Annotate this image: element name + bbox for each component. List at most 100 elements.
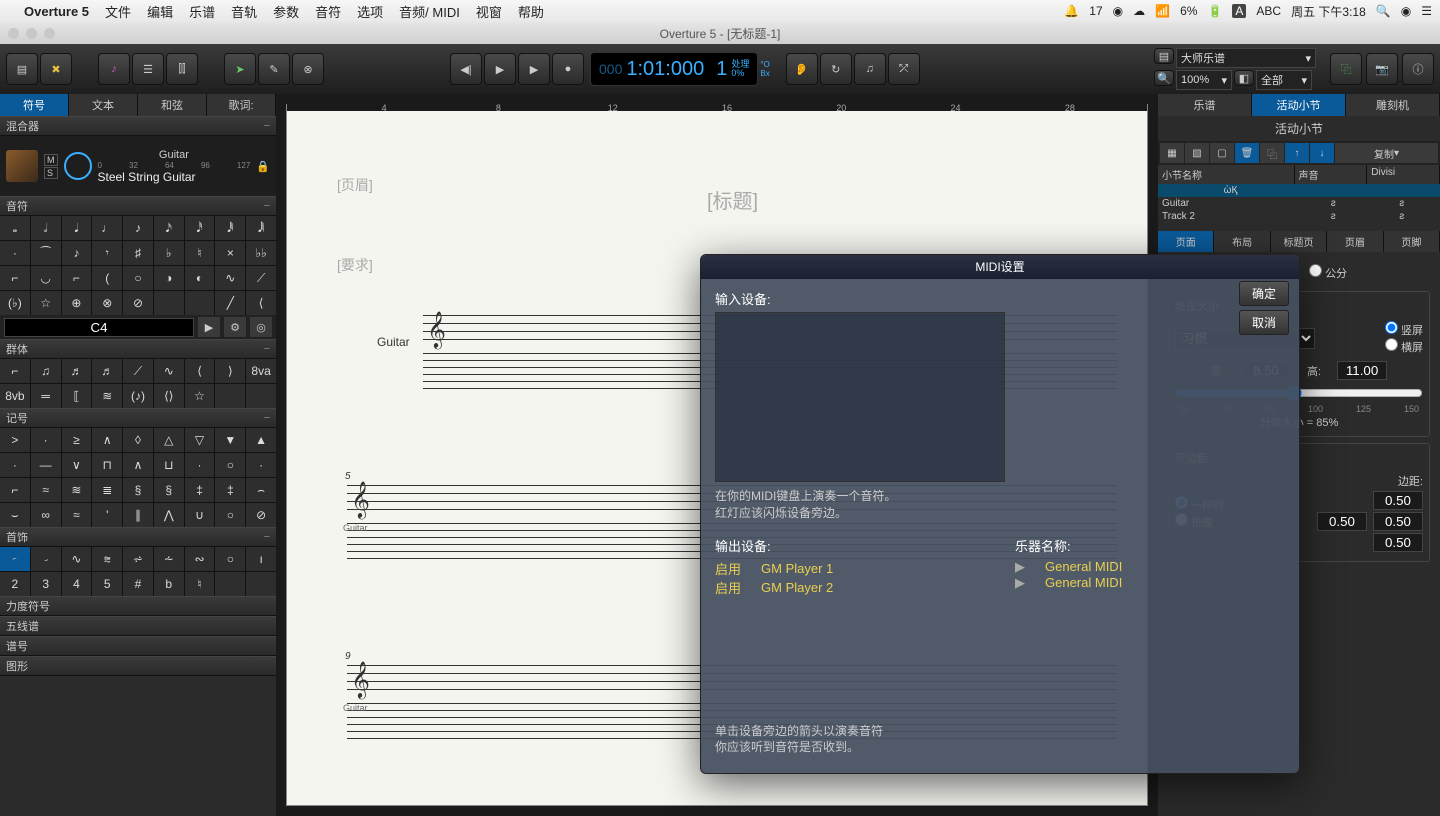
- solo-button[interactable]: S: [44, 167, 58, 179]
- zoom-icon[interactable]: 🔍: [1154, 70, 1174, 86]
- subtab-header[interactable]: 页眉: [1327, 231, 1383, 252]
- subtab-page[interactable]: 页面: [1158, 231, 1214, 252]
- score-req[interactable]: [要求]: [337, 255, 373, 275]
- all-icon[interactable]: ◧: [1234, 70, 1254, 86]
- right-tab-active-bar[interactable]: 活动小节: [1252, 94, 1346, 116]
- table-row[interactable]: Track 2ƨƨ: [1158, 210, 1440, 223]
- status-icon-2[interactable]: ☁: [1133, 4, 1145, 18]
- menu-params[interactable]: 参数: [273, 2, 299, 21]
- mixer-lock-icon[interactable]: 🔒: [256, 160, 270, 173]
- status-icon-1[interactable]: ◉: [1113, 4, 1123, 18]
- trill-cell[interactable]: 𝆣: [0, 547, 30, 571]
- copy-button[interactable]: 复制 ▾: [1335, 143, 1438, 163]
- left-tab-text[interactable]: 文本: [69, 94, 138, 116]
- clef-header[interactable]: 谱号: [0, 636, 276, 656]
- camera-button[interactable]: 📷: [1366, 53, 1398, 85]
- wifi-icon[interactable]: 📶: [1155, 4, 1170, 18]
- shapes-header[interactable]: 图形: [0, 656, 276, 676]
- rewind-button[interactable]: ◀|: [450, 53, 482, 85]
- record-button[interactable]: ●: [552, 53, 584, 85]
- table-row[interactable]: Guitarƨƨ: [1158, 197, 1440, 210]
- ornaments-header[interactable]: 首饰−: [0, 527, 276, 547]
- battery-icon[interactable]: 🔋: [1207, 4, 1222, 18]
- left-tab-chords[interactable]: 和弦: [138, 94, 207, 116]
- subtab-layout[interactable]: 布局: [1214, 231, 1270, 252]
- score-header[interactable]: [页眉]: [337, 175, 373, 195]
- rbtn-1[interactable]: ▦: [1160, 143, 1184, 163]
- menu-options[interactable]: 选项: [357, 2, 383, 21]
- rbtn-2[interactable]: ▧: [1185, 143, 1209, 163]
- subtab-titlepage[interactable]: 标题页: [1271, 231, 1327, 252]
- instrument-row[interactable]: ▶General MIDI: [1015, 575, 1285, 591]
- tool-x-button[interactable]: ✖: [40, 53, 72, 85]
- list-button[interactable]: ☰: [132, 53, 164, 85]
- rbtn-delete[interactable]: 🗑: [1235, 143, 1259, 163]
- table-row-selected[interactable]: ὼҚ: [1158, 184, 1440, 197]
- siri-icon[interactable]: ◉: [1401, 4, 1411, 18]
- play-icon[interactable]: ▶: [1015, 575, 1025, 591]
- mixer-header[interactable]: 混合器−: [0, 116, 276, 136]
- traffic-lights[interactable]: [8, 28, 55, 39]
- clock[interactable]: 周五 下午3:18: [1291, 3, 1366, 20]
- bell-icon[interactable]: 🔔: [1064, 4, 1079, 18]
- cancel-button[interactable]: 取消: [1239, 310, 1289, 335]
- left-tab-lyrics[interactable]: 歌词:: [207, 94, 276, 116]
- margin-right-input[interactable]: [1373, 512, 1423, 531]
- input-device-list[interactable]: [715, 312, 1005, 482]
- ime-icon[interactable]: A: [1232, 4, 1246, 18]
- output-device-row[interactable]: 启用GM Player 1: [715, 559, 985, 578]
- pointer-tool-button[interactable]: ➤: [224, 53, 256, 85]
- radio-landscape[interactable]: 横屏: [1385, 338, 1423, 355]
- radio-cm[interactable]: 公分: [1309, 264, 1347, 281]
- menu-notes[interactable]: 音符: [315, 2, 341, 21]
- score-canvas[interactable]: 481216202428 [页眉] [标题] [要求] Guitar 𝄞 5 𝄞…: [276, 94, 1158, 816]
- mute-button[interactable]: M: [44, 154, 58, 166]
- menu-help[interactable]: 帮助: [518, 2, 544, 21]
- staff-header[interactable]: 五线谱: [0, 616, 276, 636]
- note-button[interactable]: ♪: [98, 53, 130, 85]
- all-select[interactable]: 全部▾: [1256, 70, 1312, 90]
- output-device-row[interactable]: 启用GM Player 2: [715, 578, 985, 597]
- instrument-row[interactable]: ▶General MIDI: [1015, 559, 1285, 575]
- pencil-tool-button[interactable]: ✎: [258, 53, 290, 85]
- subtab-footer[interactable]: 页脚: [1384, 231, 1440, 252]
- sound-button[interactable]: ♫: [854, 53, 886, 85]
- menu-edit[interactable]: 编辑: [147, 2, 173, 21]
- margin-left-input[interactable]: [1317, 512, 1367, 531]
- notes-header[interactable]: 音符−: [0, 196, 276, 216]
- info-button[interactable]: ⓘ: [1402, 53, 1434, 85]
- right-tab-engraver[interactable]: 雕刻机: [1346, 94, 1440, 116]
- menu-file[interactable]: 文件: [105, 2, 131, 21]
- score-title[interactable]: [标题]: [707, 185, 758, 214]
- score-mode-icon[interactable]: ▤: [1154, 48, 1174, 64]
- menu-track[interactable]: 音轨: [231, 2, 257, 21]
- copy-right-button[interactable]: ⿻: [1330, 53, 1362, 85]
- score-select[interactable]: 大师乐谱▾: [1176, 48, 1316, 68]
- groups-header[interactable]: 群体−: [0, 339, 276, 359]
- mixer-button[interactable]: ⫿⫿: [166, 53, 198, 85]
- rbtn-5[interactable]: ⿻: [1260, 143, 1284, 163]
- ok-button[interactable]: 确定: [1239, 281, 1289, 306]
- app-name[interactable]: Overture 5: [24, 4, 89, 19]
- height-input[interactable]: [1337, 361, 1387, 380]
- loop-button[interactable]: ↻: [820, 53, 852, 85]
- menu-window[interactable]: 视窗: [476, 2, 502, 21]
- pan-dial[interactable]: [64, 152, 92, 180]
- marks-header[interactable]: 记号−: [0, 408, 276, 428]
- left-tab-symbols[interactable]: 符号: [0, 94, 69, 116]
- play-note-button[interactable]: ▶: [198, 317, 220, 337]
- zoom-select[interactable]: 100%▾: [1176, 70, 1232, 90]
- note-cell[interactable]: 𝅝: [0, 216, 30, 240]
- rbtn-up[interactable]: ↑: [1285, 143, 1309, 163]
- rbtn-3[interactable]: ▢: [1210, 143, 1234, 163]
- rbtn-down[interactable]: ↓: [1310, 143, 1334, 163]
- search-icon[interactable]: 🔍: [1376, 4, 1391, 18]
- metronome-button[interactable]: 👂: [786, 53, 818, 85]
- play-icon[interactable]: ▶: [1015, 559, 1025, 575]
- menu-audio-midi[interactable]: 音频/ MIDI: [399, 2, 460, 21]
- dynamics-header[interactable]: 力度符号: [0, 596, 276, 616]
- gear-button[interactable]: ⚙: [224, 317, 246, 337]
- erase-tool-button[interactable]: ⊗: [292, 53, 324, 85]
- target-button[interactable]: ◎: [250, 317, 272, 337]
- radio-portrait[interactable]: 竖屏: [1385, 321, 1423, 338]
